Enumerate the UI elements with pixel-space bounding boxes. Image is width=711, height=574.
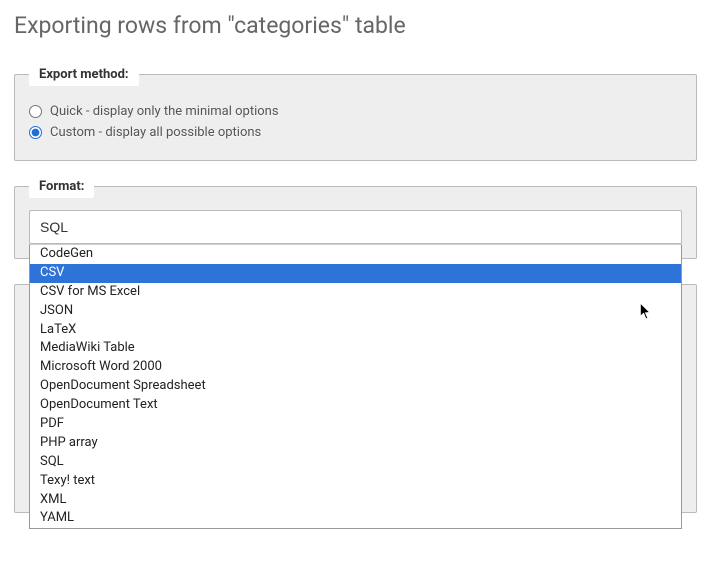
format-option[interactable]: XML (30, 491, 681, 510)
export-method-legend: Export method: (29, 63, 139, 86)
export-method-quick-radio[interactable] (29, 105, 42, 118)
export-method-quick-row[interactable]: Quick - display only the minimal options (29, 104, 682, 119)
format-option[interactable]: YAML (30, 509, 681, 528)
format-option[interactable]: CSV (30, 264, 681, 283)
format-option[interactable]: MediaWiki Table (30, 339, 681, 358)
format-select[interactable] (29, 210, 682, 244)
format-option[interactable]: CodeGen (30, 245, 681, 264)
export-method-fieldset: Export method: Quick - display only the … (14, 63, 697, 161)
format-legend: Format: (29, 175, 94, 198)
format-option[interactable]: SQL (30, 453, 681, 472)
format-dropdown-list[interactable]: CodeGenCSVCSV for MS ExcelJSONLaTeXMedia… (29, 244, 682, 529)
export-method-quick-label: Quick - display only the minimal options (50, 104, 279, 119)
format-option[interactable]: LaTeX (30, 321, 681, 340)
format-option[interactable]: Microsoft Word 2000 (30, 358, 681, 377)
format-option[interactable]: JSON (30, 302, 681, 321)
format-option[interactable]: PDF (30, 415, 681, 434)
export-method-custom-row[interactable]: Custom - display all possible options (29, 125, 682, 140)
export-method-custom-label: Custom - display all possible options (50, 125, 261, 140)
format-option[interactable]: Texy! text (30, 472, 681, 491)
export-method-custom-radio[interactable] (29, 126, 42, 139)
format-option[interactable]: OpenDocument Text (30, 396, 681, 415)
format-option[interactable]: PHP array (30, 434, 681, 453)
format-fieldset: Format: CodeGenCSVCSV for MS ExcelJSONLa… (14, 175, 697, 259)
format-option[interactable]: OpenDocument Spreadsheet (30, 377, 681, 396)
format-option[interactable]: CSV for MS Excel (30, 283, 681, 302)
page-title: Exporting rows from "categories" table (14, 12, 697, 39)
format-select-wrap: CodeGenCSVCSV for MS ExcelJSONLaTeXMedia… (29, 210, 682, 244)
